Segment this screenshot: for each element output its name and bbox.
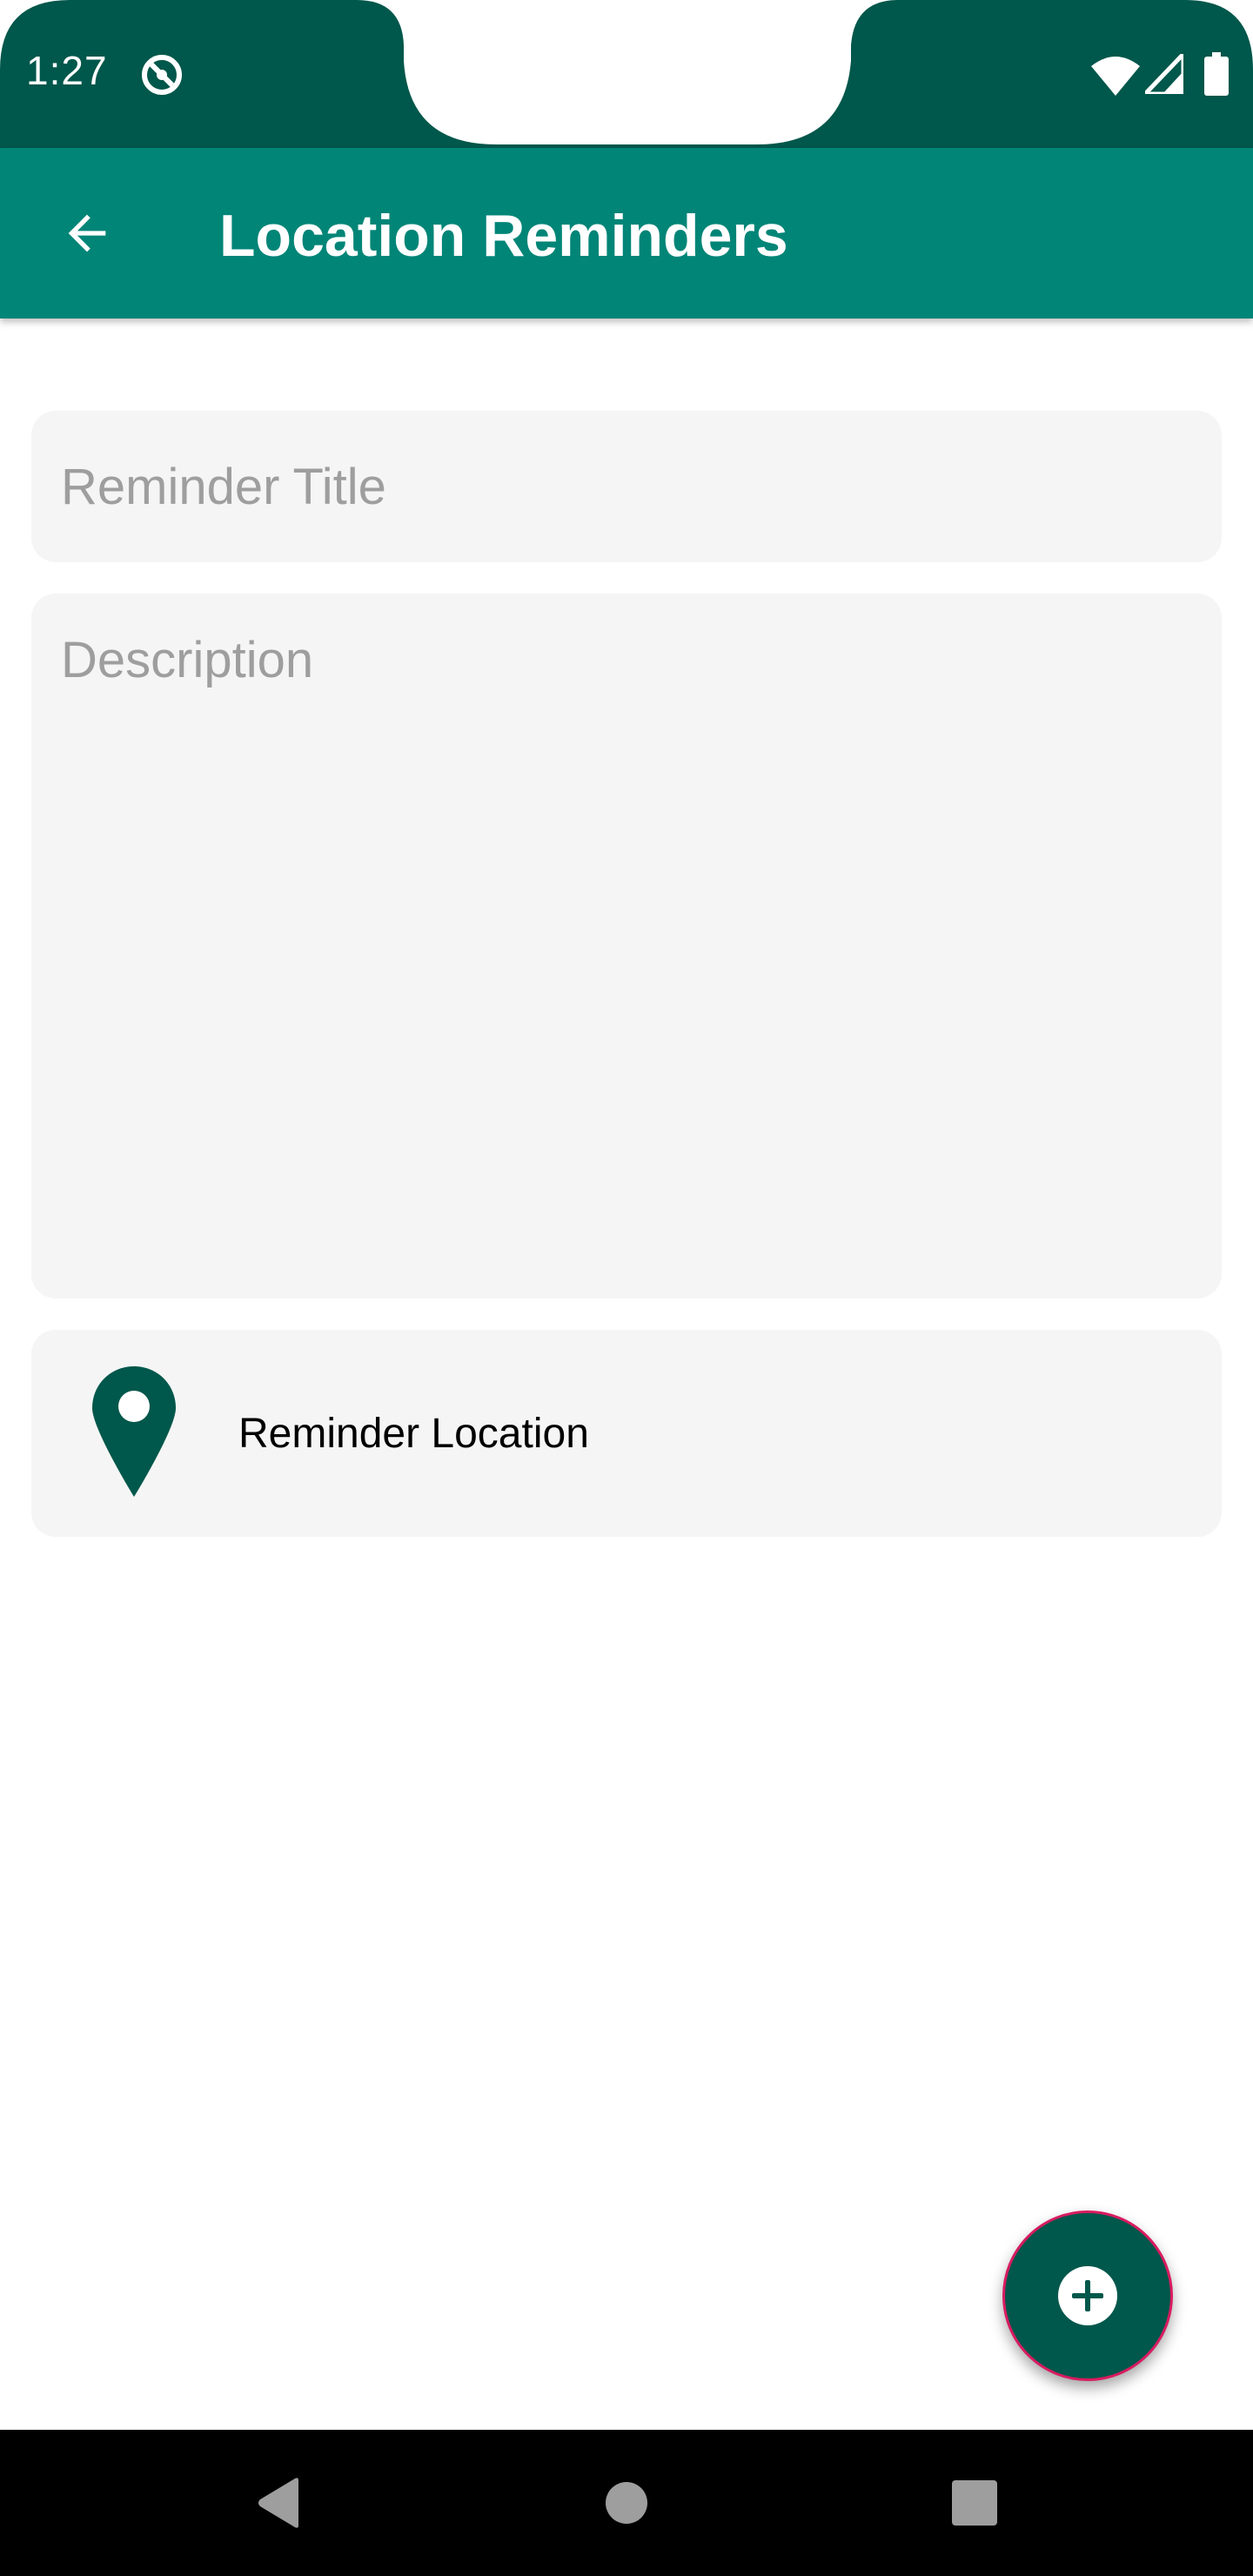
nav-home-button[interactable]: [583, 2459, 670, 2546]
nav-back-icon: [258, 2478, 298, 2528]
system-nav-bar: [0, 2430, 1253, 2576]
location-label: Reminder Location: [238, 1411, 589, 1457]
arrow-back-icon: [68, 214, 106, 252]
cell-signal-icon: [1145, 54, 1183, 94]
nav-back-button[interactable]: [235, 2459, 322, 2546]
app-bar: Location Reminders: [0, 148, 1253, 319]
wifi-icon: [1091, 57, 1140, 96]
save-reminder-screen: 1:27 Location Reminders Reminder Title D…: [0, 0, 1253, 2576]
select-location-button[interactable]: Reminder Location: [31, 1330, 1222, 1537]
nav-recents-icon: [952, 2480, 997, 2526]
page-title: Location Reminders: [219, 203, 788, 269]
notification-icon: [142, 55, 182, 95]
description-input[interactable]: [31, 594, 1222, 1298]
reminder-title-input[interactable]: [31, 411, 1222, 562]
save-reminder-fab[interactable]: [1002, 2210, 1173, 2381]
status-time: 1:27: [26, 48, 108, 93]
nav-recents-button[interactable]: [931, 2459, 1018, 2546]
map-pin-icon: [92, 1366, 176, 1497]
add-circle-icon: [1058, 2266, 1117, 2325]
nav-home-icon: [606, 2482, 647, 2524]
battery-icon: [1204, 52, 1229, 96]
status-bar-background: [0, 0, 1253, 148]
back-button[interactable]: [44, 190, 131, 277]
status-bar: 1:27: [0, 0, 1253, 148]
